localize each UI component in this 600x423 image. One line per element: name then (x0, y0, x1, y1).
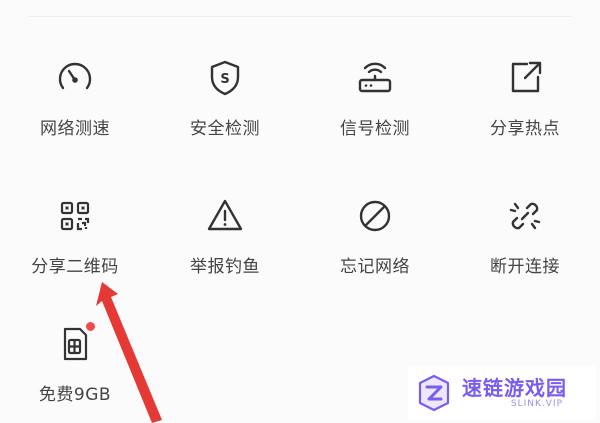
watermark-title: 速链游戏园 (462, 376, 567, 400)
forbidden-icon (353, 194, 397, 238)
tile-report-phishing[interactable]: 举报钓鱼 (150, 186, 300, 314)
sim-card-icon (53, 322, 97, 366)
shield-s-icon: S (203, 56, 247, 100)
tile-label: 分享热点 (490, 119, 560, 139)
tile-share-hotspot[interactable]: 分享热点 (450, 48, 600, 186)
router-icon (353, 56, 397, 100)
tile-label: 举报钓鱼 (190, 257, 260, 277)
tile-label: 分享二维码 (31, 257, 119, 277)
tile-label: 信号检测 (340, 119, 410, 139)
tile-free-data[interactable]: 免费9GB (0, 314, 150, 420)
notification-dot (86, 322, 95, 331)
tile-label: 忘记网络 (340, 257, 410, 277)
tile-share-qr-code[interactable]: 分享二维码 (0, 186, 150, 314)
svg-text:S: S (220, 72, 229, 87)
tile-label: 断开连接 (490, 257, 560, 277)
speedometer-icon (53, 56, 97, 100)
tile-label: 安全检测 (190, 119, 260, 139)
qr-code-icon (53, 194, 97, 238)
tile-network-speed-test[interactable]: 网络测速 (0, 48, 150, 186)
divider (28, 16, 572, 17)
tile-disconnect[interactable]: 断开连接 (450, 186, 600, 314)
tile-label: 免费9GB (38, 385, 112, 405)
tile-forget-network[interactable]: 忘记网络 (300, 186, 450, 314)
wifi-tools-panel: 网络测速 S 安全检测 信号检测 分享热点 分享二维码 举报钓鱼 忘记网络 断开… (0, 0, 600, 423)
watermark-logo-icon (418, 374, 450, 412)
tile-security-check[interactable]: S 安全检测 (150, 48, 300, 186)
watermark-subtitle: SLINK.VIP (510, 399, 563, 409)
watermark: 速链游戏园 SLINK.VIP (408, 366, 596, 420)
tools-grid: 网络测速 S 安全检测 信号检测 分享热点 分享二维码 举报钓鱼 忘记网络 断开… (0, 48, 600, 420)
share-out-icon (503, 56, 547, 100)
broken-link-icon (503, 194, 547, 238)
tile-label: 网络测速 (40, 119, 110, 139)
tile-signal-check[interactable]: 信号检测 (300, 48, 450, 186)
warning-icon (203, 194, 247, 238)
